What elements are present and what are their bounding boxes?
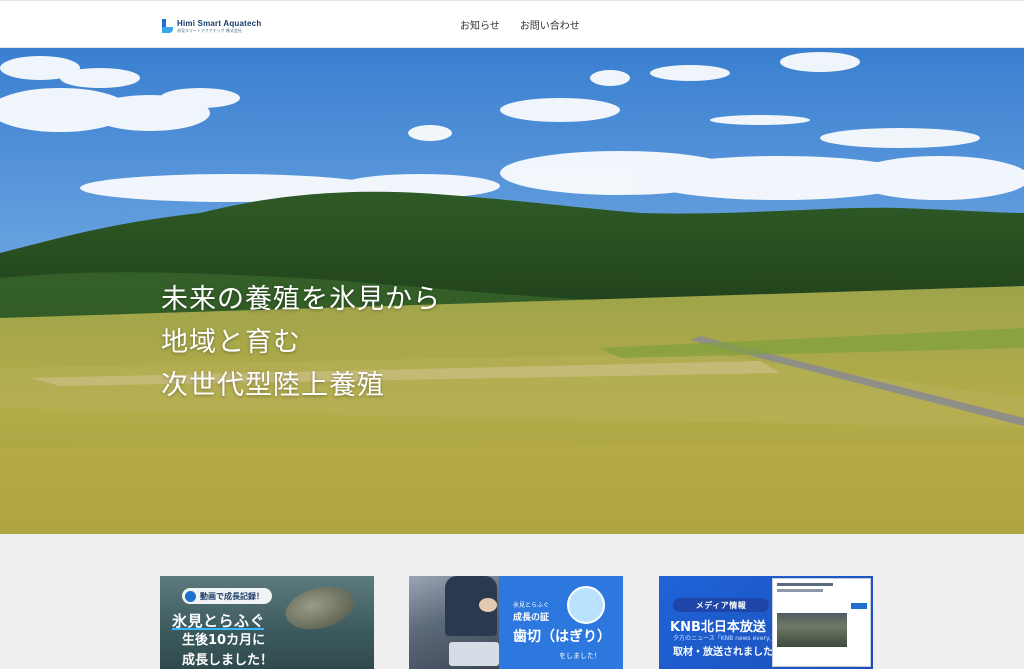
hero-banner: 未来の養殖を氷見から 地域と育む 次世代型陸上養殖 (0, 48, 1024, 534)
pufferfish-circle-image (567, 586, 605, 624)
hero-line-1: 未来の養殖を氷見から (161, 284, 441, 315)
logo-english: Himi Smart Aquatech (177, 18, 262, 28)
nav-contact[interactable]: お問い合わせ (520, 17, 580, 32)
card-tail: をしました！ (559, 652, 601, 660)
hero-landscape-image (0, 48, 1024, 534)
card-main-text: 取材・放送されました (673, 647, 773, 658)
main-nav: お知らせ お問い合わせ (460, 17, 580, 32)
card-badge: メディア情報 (673, 598, 769, 612)
card-badge-label: メディア情報 (695, 600, 747, 610)
card-subtitle: 夕方のニュース「KNB news every.」で (673, 635, 783, 642)
card-subtitle: 成長の証 (513, 613, 550, 623)
card-badge-label: 動画で成長記録！ (200, 591, 264, 601)
logo-mark-icon (162, 19, 173, 33)
hero-headline: 未来の養殖を氷見から 地域と育む 次世代型陸上養殖 (161, 278, 441, 407)
nav-news[interactable]: お知らせ (460, 17, 500, 32)
logo-text: Himi Smart Aquatech 氷見スマートアクアテック 株式会社 (177, 18, 262, 33)
logo-dot-icon (185, 590, 196, 602)
card-media-knb[interactable]: メディア情報 KNB北日本放送 夕方のニュース「KNB news every.」… (659, 576, 873, 669)
hero-line-3: 次世代型陸上養殖 (161, 370, 385, 401)
logo-japanese: 氷見スマートアクアテック 株式会社 (177, 27, 242, 33)
workers-photo (409, 576, 499, 669)
news-cards-section: 動画で成長記録！ 氷見とらふぐ 生後10カ月に 成長しました！ 氷見とらふぐ 成… (0, 534, 1024, 669)
card-teeth-trimming[interactable]: 氷見とらふぐ 成長の証 歯切（はぎり） をしました！ (409, 576, 623, 669)
site-logo[interactable]: Himi Smart Aquatech 氷見スマートアクアテック 株式会社 (162, 17, 261, 35)
card-growth-video[interactable]: 動画で成長記録！ 氷見とらふぐ 生後10カ月に 成長しました！ (160, 576, 374, 669)
card-title: 歯切（はぎり） (513, 629, 611, 645)
card-line-3: 成長しました！ (182, 653, 274, 668)
card-line-2: 生後10カ月に (182, 633, 266, 648)
site-header: Himi Smart Aquatech 氷見スマートアクアテック 株式会社 お知… (0, 0, 1024, 48)
pufferfish-image (281, 580, 359, 636)
card-badge: 動画で成長記録！ (182, 588, 272, 604)
card-kicker: 氷見とらふぐ (513, 602, 550, 609)
card-line-1: 氷見とらふぐ (172, 612, 266, 630)
hero-line-2: 地域と育む (161, 327, 301, 358)
news-screenshot-image (772, 578, 871, 667)
